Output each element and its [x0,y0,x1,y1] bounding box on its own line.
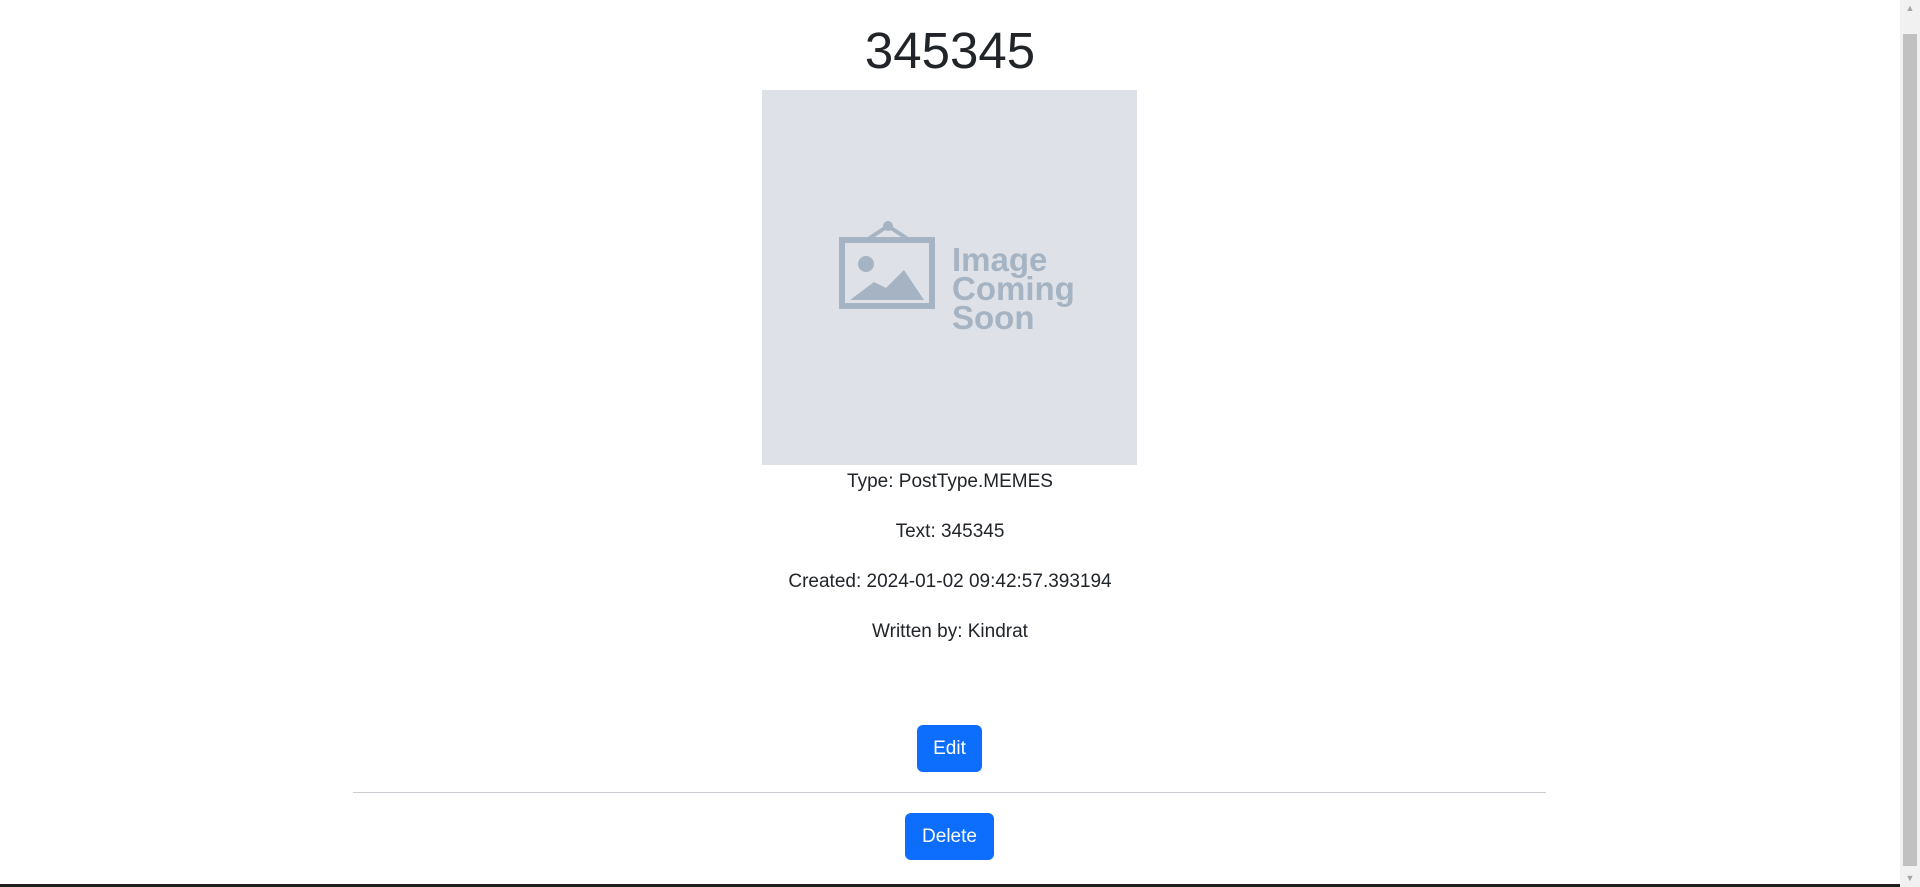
image-coming-soon-graphic: Image Coming Soon [839,221,1075,336]
post-created: Created: 2024-01-02 09:42:57.393194 [788,571,1112,592]
delete-button[interactable]: Delete [905,813,994,860]
post-author: Written by: Kindrat [872,621,1028,642]
placeholder-text-line-3: Soon [952,299,1034,336]
framed-picture-icon [839,221,935,309]
scrollbar-thumb[interactable] [1903,34,1917,866]
post-text: Text: 345345 [895,521,1005,542]
post-type: Type: PostType.MEMES [847,471,1053,492]
post-detail: 345345 Image Coming Soon Type: PostType.… [0,0,1900,887]
page: 345345 Image Coming Soon Type: PostType.… [0,0,1920,887]
triangle-up-icon[interactable]: ▲ [1900,0,1920,17]
post-image-placeholder: Image Coming Soon [762,90,1137,465]
post-title: 345345 [864,22,1036,79]
edit-button[interactable]: Edit [917,725,982,772]
vertical-scrollbar[interactable]: ▲ ▼ [1900,0,1920,887]
divider [353,792,1546,793]
triangle-down-icon[interactable]: ▼ [1900,870,1920,887]
